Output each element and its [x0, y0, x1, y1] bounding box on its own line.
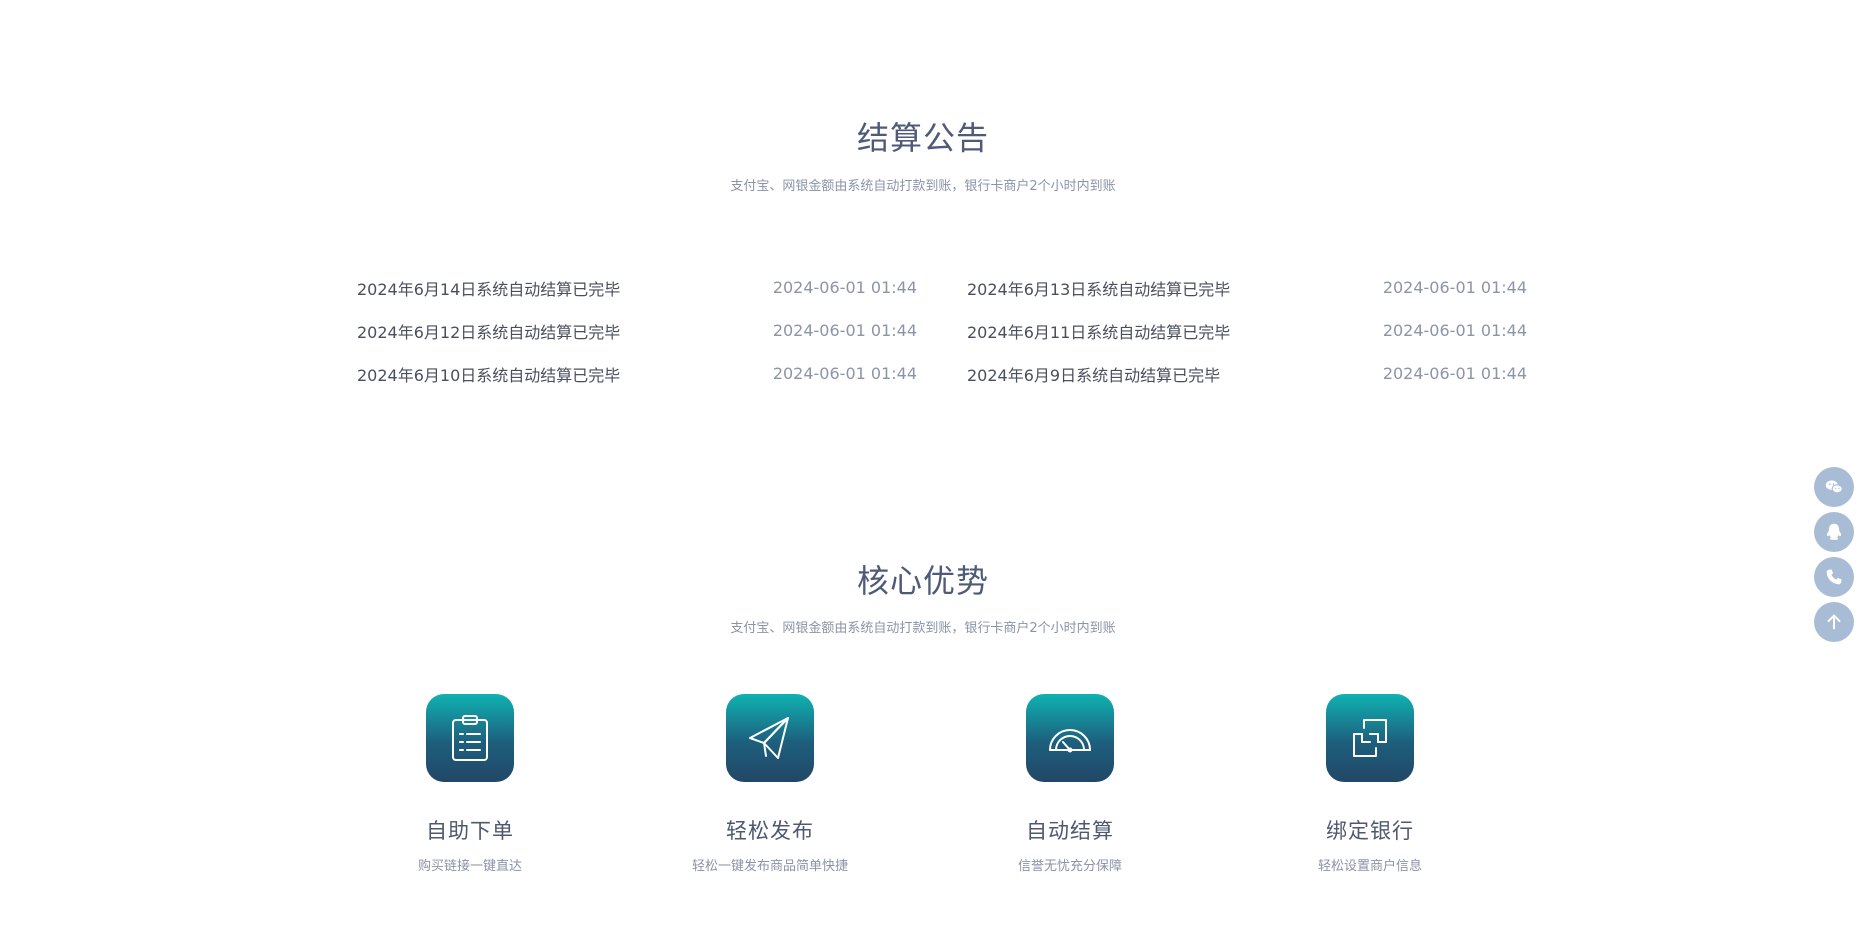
notice-item-date: 2024-06-01 01:44: [1382, 321, 1527, 340]
advantages-section-subtitle: 支付宝、网银金额由系统自动打款到账，银行卡商户2个小时内到账: [730, 621, 1116, 636]
feature-bind-bank: 绑定银行 轻松设置商户信息: [1255, 694, 1485, 874]
clipboard-list-icon: [426, 694, 514, 782]
feature-description: 轻松设置商户信息: [1317, 859, 1422, 874]
notice-item[interactable]: 2024年6月14日系统自动结算已完毕 2024-06-01 01:44: [357, 266, 917, 309]
notice-list: 2024年6月14日系统自动结算已完毕 2024-06-01 01:44 202…: [357, 266, 1527, 395]
notice-item-date: 2024-06-01 01:44: [772, 278, 917, 297]
notice-item[interactable]: 2024年6月12日系统自动结算已完毕 2024-06-01 01:44: [357, 309, 917, 352]
phone-button[interactable]: [1814, 557, 1854, 597]
notice-item-date: 2024-06-01 01:44: [772, 321, 917, 340]
notice-item-date: 2024-06-01 01:44: [1382, 278, 1527, 297]
floating-side-toolbar: [1814, 467, 1856, 647]
linked-squares-icon: [1326, 694, 1414, 782]
notice-item[interactable]: 2024年6月13日系统自动结算已完毕 2024-06-01 01:44: [967, 266, 1527, 309]
notice-item-date: 2024-06-01 01:44: [1382, 364, 1527, 383]
notice-item-date: 2024-06-01 01:44: [772, 364, 917, 383]
notice-item[interactable]: 2024年6月10日系统自动结算已完毕 2024-06-01 01:44: [357, 352, 917, 395]
advantages-section-title: 核心优势: [856, 562, 989, 600]
feature-self-order: 自助下单 购买链接一键直达: [355, 694, 585, 874]
feature-auto-settle: 自动结算 信誉无忧充分保障: [955, 694, 1185, 874]
notice-section-title: 结算公告: [856, 119, 989, 157]
wechat-icon: [1825, 480, 1843, 494]
notice-item[interactable]: 2024年6月9日系统自动结算已完毕 2024-06-01 01:44: [967, 352, 1527, 395]
feature-name: 自动结算: [1026, 819, 1114, 843]
notice-item-title[interactable]: 2024年6月13日系统自动结算已完毕: [967, 276, 1230, 300]
feature-name: 绑定银行: [1326, 819, 1414, 843]
feature-easy-publish: 轻松发布 轻松一键发布商品简单快捷: [655, 694, 885, 874]
phone-icon: [1826, 569, 1842, 585]
feature-description: 购买链接一键直达: [417, 859, 522, 874]
notice-item-title[interactable]: 2024年6月12日系统自动结算已完毕: [357, 319, 620, 343]
feature-description: 轻松一键发布商品简单快捷: [691, 859, 848, 874]
notice-item-title[interactable]: 2024年6月10日系统自动结算已完毕: [357, 362, 620, 386]
wechat-button[interactable]: [1814, 467, 1854, 507]
speedometer-icon: [1026, 694, 1114, 782]
notice-item-title[interactable]: 2024年6月9日系统自动结算已完毕: [967, 362, 1220, 386]
advantages-list: 自助下单 购买链接一键直达 轻松发布 轻松一键发布商品简单快捷 自动结算 信誉无…: [355, 694, 1555, 894]
qq-button[interactable]: [1814, 512, 1854, 552]
back-to-top-button[interactable]: [1814, 602, 1854, 642]
feature-description: 信誉无忧充分保障: [1017, 859, 1122, 874]
feature-name: 轻松发布: [726, 819, 814, 843]
notice-section-subtitle: 支付宝、网银金额由系统自动打款到账，银行卡商户2个小时内到账: [730, 179, 1116, 194]
page: 结算公告 支付宝、网银金额由系统自动打款到账，银行卡商户2个小时内到账 2024…: [0, 0, 1866, 929]
notice-item-title[interactable]: 2024年6月11日系统自动结算已完毕: [967, 319, 1230, 343]
notice-item-title[interactable]: 2024年6月14日系统自动结算已完毕: [357, 276, 620, 300]
back-to-top-icon: [1827, 614, 1841, 630]
qq-icon: [1826, 523, 1842, 540]
feature-name: 自助下单: [426, 819, 514, 843]
notice-item[interactable]: 2024年6月11日系统自动结算已完毕 2024-06-01 01:44: [967, 309, 1527, 352]
paper-plane-icon: [726, 694, 814, 782]
